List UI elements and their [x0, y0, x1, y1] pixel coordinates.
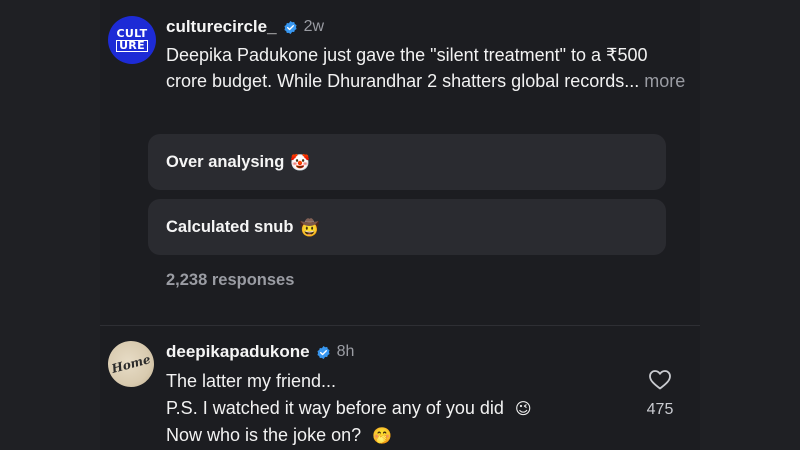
comment-line: The latter my friend... — [166, 371, 336, 392]
deepikapadukone-avatar[interactable]: Home — [102, 335, 160, 393]
poll-option-calculated-snub[interactable]: Calculated snub 🤠 — [148, 199, 666, 255]
poll-option-label: Calculated snub — [166, 217, 294, 236]
post: CULT URE culturecircle_ 2w Deepika Paduk… — [100, 0, 700, 325]
feed-panel: CULT URE culturecircle_ 2w Deepika Paduk… — [100, 0, 700, 450]
heart-icon[interactable] — [648, 368, 672, 390]
like-count[interactable]: 475 — [640, 401, 680, 419]
comment: Home deepikapadukone 8h The latter my fr… — [100, 326, 700, 450]
avatar-text-top: CULT — [116, 26, 148, 40]
verified-badge-icon — [284, 20, 297, 34]
wink-emoji-icon: 😉 — [514, 399, 532, 418]
comment-line: Now who is the joke on? 🤭 — [166, 425, 392, 446]
verified-badge-icon — [317, 345, 330, 359]
poll-option-over-analysing[interactable]: Over analysing 🤡 — [148, 134, 666, 190]
post-caption: Deepika Padukone just gave the "silent t… — [166, 42, 686, 94]
comment-line: P.S. I watched it way before any of you … — [166, 398, 532, 419]
comment-line-text: Now who is the joke on? — [166, 425, 362, 445]
comment-timestamp: 8h — [336, 343, 355, 360]
post-username[interactable]: culturecircle_ — [166, 17, 277, 37]
comment-line-text: P.S. I watched it way before any of you … — [166, 398, 504, 418]
culturecircle-avatar[interactable]: CULT URE — [108, 16, 156, 64]
post-header: culturecircle_ 2w — [166, 15, 324, 39]
clown-emoji-icon: 🤡 — [290, 152, 311, 172]
caption-text: Deepika Padukone just gave the "silent t… — [166, 45, 648, 91]
poll-responses-count[interactable]: 2,238 responses — [166, 271, 294, 290]
avatar-text: Home — [110, 352, 152, 376]
more-link[interactable]: more — [644, 71, 685, 91]
post-timestamp: 2w — [303, 18, 325, 35]
comment-username[interactable]: deepikapadukone — [166, 342, 310, 362]
comment-header: deepikapadukone 8h — [166, 340, 354, 364]
cowboy-emoji-icon: 🤠 — [299, 217, 320, 237]
avatar-text-bottom: URE — [116, 39, 148, 52]
comment-line-text: The latter my friend... — [166, 371, 337, 391]
hand-over-mouth-emoji-icon: 🤭 — [372, 426, 393, 445]
poll-option-label: Over analysing — [166, 152, 285, 171]
